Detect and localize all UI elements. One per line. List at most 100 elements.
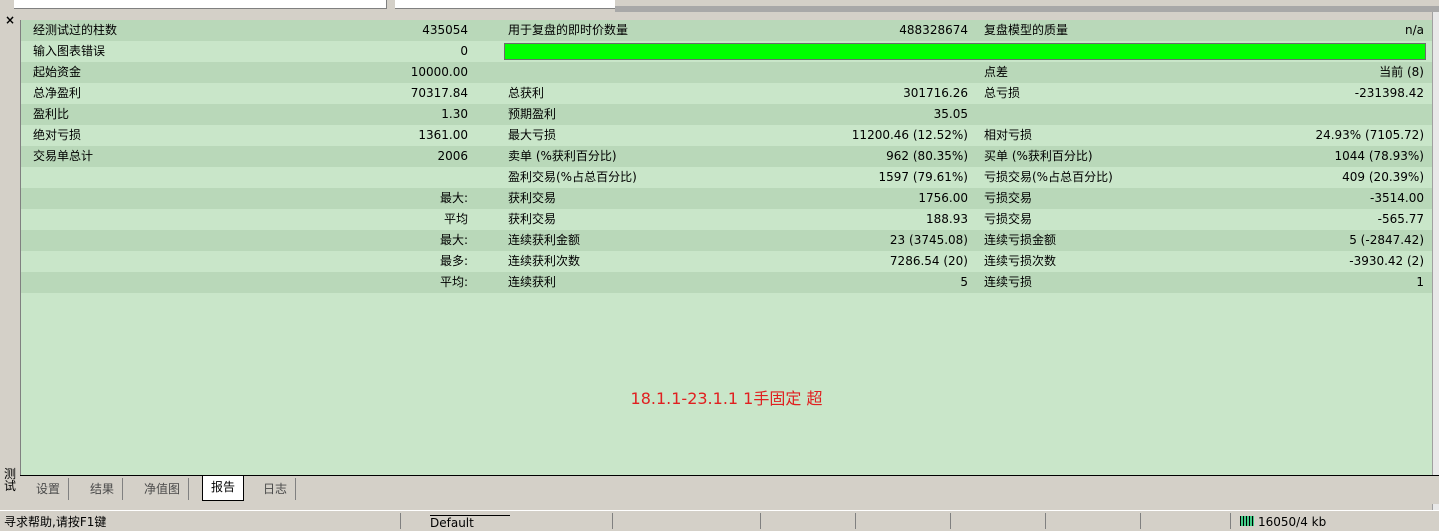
metric-value: n/a (1404, 23, 1424, 37)
status-profile: Default (430, 515, 510, 530)
metric-value: 70317.84 (410, 86, 468, 100)
modeling-quality-bar (504, 43, 1426, 60)
metric-label: 连续获利次数 (508, 254, 581, 268)
toolbar-field-right[interactable] (395, 0, 615, 9)
metric-value (303, 167, 468, 188)
metric-value (808, 62, 968, 83)
metric-value: 2006 (437, 149, 468, 163)
metric-label: 盈利比 (33, 107, 70, 121)
metric-label: 总获利 (508, 86, 545, 100)
report-row: 最大: 获利交易 1756.00 亏损交易 -3514.00 (21, 188, 1432, 209)
metric-label: 相对亏损 (984, 128, 1033, 142)
status-separator (950, 513, 951, 529)
metric-label: 连续亏损金额 (984, 233, 1057, 247)
metric-label: 总净盈利 (33, 86, 82, 100)
top-toolbar (0, 0, 1439, 12)
report-row: 经测试过的柱数 435054 用于复盘的即时价数量 488328674 复盘模型的质量 n… (21, 20, 1432, 41)
toolbar-field-left[interactable] (14, 0, 387, 9)
metric-label (508, 62, 808, 83)
metric-label: 连续亏损 (984, 275, 1033, 289)
status-traffic: 16050/4 kb (1258, 515, 1327, 529)
metric-label: 输入图表错误 (33, 44, 106, 58)
connection-meter-icon (1240, 516, 1254, 526)
report-row: 平均 获利交易 188.93 亏损交易 -565.77 (21, 209, 1432, 230)
metric-value: 7286.54 (20) (889, 254, 968, 268)
metric-value: -231398.42 (1354, 86, 1424, 100)
metric-value: 最大: (439, 233, 468, 247)
metric-value: 11200.46 (12.52%) (851, 128, 968, 142)
report-row: 绝对亏损 1361.00 最大亏损 11200.46 (12.52%) 相对亏损 24.9… (21, 125, 1432, 146)
tab-results[interactable]: 结果 (82, 478, 124, 500)
metric-label: 交易单总计 (33, 149, 94, 163)
metric-value: 1.30 (441, 107, 468, 121)
metric-value: 当前 (8) (1379, 65, 1424, 79)
report-row: 最多: 连续获利次数 7286.54 (20) 连续亏损次数 -3930.42 (2) (21, 251, 1432, 272)
metric-value: 35.05 (933, 107, 968, 121)
metric-value: 301716.26 (903, 86, 968, 100)
metric-value: 最大: (439, 191, 468, 205)
metric-label: 连续亏损次数 (984, 254, 1057, 268)
metric-value: 409 (20.39%) (1342, 170, 1424, 184)
metric-label: 最大亏损 (508, 128, 557, 142)
metric-value: 5 (-2847.42) (1349, 233, 1424, 247)
tab-equity-chart[interactable]: 净值图 (136, 478, 190, 500)
metric-value: 1597 (79.61%) (878, 170, 968, 184)
metric-label (33, 230, 303, 251)
close-icon[interactable]: × (5, 14, 15, 26)
status-separator (1140, 513, 1141, 529)
metric-label: 卖单 (%获利百分比) (508, 149, 617, 163)
metric-value: 435054 (422, 23, 468, 37)
metric-value: 24.93% (7105.72) (1315, 128, 1424, 142)
metric-label: 亏损交易 (984, 191, 1033, 205)
metric-value: 188.93 (926, 212, 968, 226)
metric-value: -565.77 (1377, 212, 1424, 226)
metric-label: 亏损交易 (984, 212, 1033, 226)
metric-label (33, 251, 303, 272)
report-row: 盈利比 1.30 预期盈利 35.05 (21, 104, 1432, 125)
metric-label: 连续获利 (508, 275, 557, 289)
report-row: 平均: 连续获利 5 连续亏损 1 (21, 272, 1432, 293)
status-separator (855, 513, 856, 529)
metric-label (33, 209, 303, 230)
tester-title-strip (0, 12, 20, 510)
metric-value: 23 (3745.08) (889, 233, 968, 247)
metric-value: 最多: (439, 254, 468, 268)
report-row: 输入图表错误 0 (21, 41, 1432, 62)
metric-label: 复盘模型的质量 (984, 23, 1069, 37)
status-separator (760, 513, 761, 529)
tab-report[interactable]: 报告 (202, 476, 245, 501)
metric-label: 预期盈利 (508, 107, 557, 121)
metric-value (1254, 104, 1424, 125)
metric-label: 亏损交易(%占总百分比) (984, 170, 1113, 184)
status-bar: 寻求帮助,请按F1键 Default 16050/4 kb (0, 510, 1439, 531)
status-help-text: 寻求帮助,请按F1键 (4, 515, 107, 529)
metric-label: 绝对亏损 (33, 128, 82, 142)
status-separator (400, 513, 401, 529)
metric-label: 连续获利金额 (508, 233, 581, 247)
metric-value: 0 (460, 44, 468, 58)
report-row: 最大: 连续获利金额 23 (3745.08) 连续亏损金额 5 (-2847.42) (21, 230, 1432, 251)
tab-journal[interactable]: 日志 (255, 478, 297, 500)
report-row: 盈利交易(%占总百分比) 1597 (79.61%) 亏损交易(%占总百分比) 409… (21, 167, 1432, 188)
metric-label: 获利交易 (508, 191, 557, 205)
metric-label: 总亏损 (984, 86, 1021, 100)
metric-label: 获利交易 (508, 212, 557, 226)
metric-value: 1044 (78.93%) (1334, 149, 1424, 163)
metric-label: 买单 (%获利百分比) (984, 149, 1093, 163)
metric-value: 962 (80.35%) (886, 149, 968, 163)
toolbar-divider (615, 6, 1439, 12)
report-row: 总净盈利 70317.84 总获利 301716.26 总亏损 -231398.42 (21, 83, 1432, 104)
vertical-scrollbar[interactable] (1432, 12, 1439, 510)
status-separator (612, 513, 613, 529)
metric-label: 起始资金 (33, 65, 82, 79)
status-separator (1230, 513, 1231, 529)
metric-value: 5 (960, 275, 968, 289)
metric-label: 经测试过的柱数 (33, 23, 118, 37)
tab-settings[interactable]: 设置 (28, 478, 70, 500)
report-panel: 平均: 连续获利 5 连续亏损 1 最多: 连续获利次数 7286.54 (20) 连续亏损次数… (20, 20, 1432, 475)
status-separator (1045, 513, 1046, 529)
report-row: 起始资金 10000.00 点差 当前 (8) (21, 62, 1432, 83)
report-row: 交易单总计 2006 卖单 (%获利百分比) 962 (80.35%) 买单 (%获利百… (21, 146, 1432, 167)
metric-value: 1 (1416, 275, 1424, 289)
metric-value: 10000.00 (410, 65, 468, 79)
